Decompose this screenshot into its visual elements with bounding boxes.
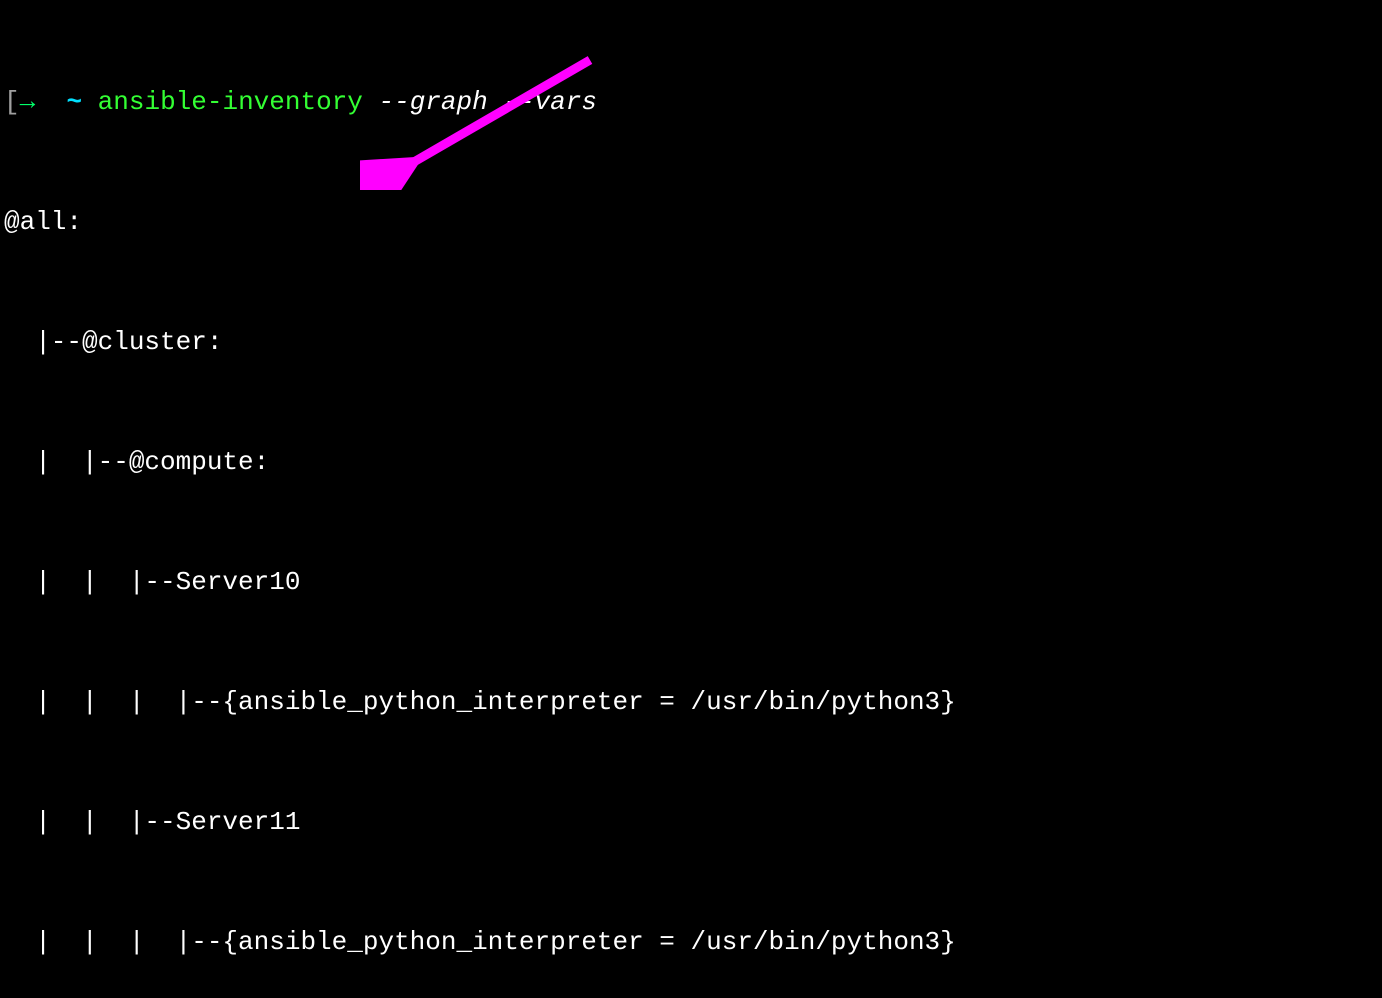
output-line: | | |--Server10 <box>4 562 1378 602</box>
prompt-arrow-icon: → <box>20 87 36 117</box>
output-line: | | | |--{ansible_python_interpreter = /… <box>4 682 1378 722</box>
terminal[interactable]: [→ ~ ansible-inventory --graph --vars @a… <box>0 0 1382 998</box>
command-line: [→ ~ ansible-inventory --graph --vars <box>4 82 1378 122</box>
command-args: --graph --vars <box>379 87 597 117</box>
output-line: | | | |--{ansible_python_interpreter = /… <box>4 922 1378 962</box>
command-name: ansible-inventory <box>98 87 363 117</box>
output-root: @all: <box>4 202 1378 242</box>
bracket: [ <box>4 87 20 117</box>
output-line: |--@cluster: <box>4 322 1378 362</box>
prompt-tilde: ~ <box>66 87 82 117</box>
output-line: | |--@compute: <box>4 442 1378 482</box>
output-line: | | |--Server11 <box>4 802 1378 842</box>
